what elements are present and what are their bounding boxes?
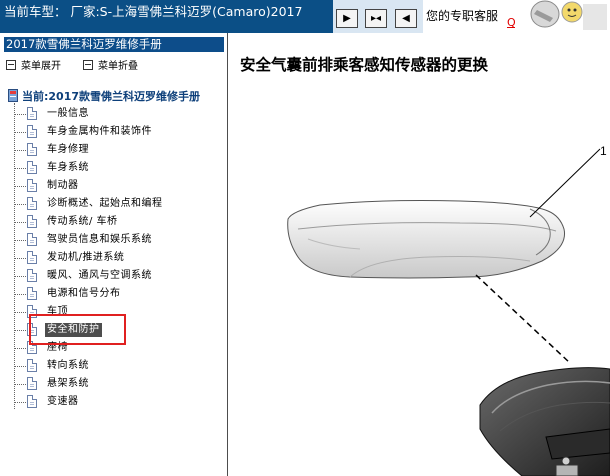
support-label: 您的专职客服 — [426, 9, 499, 23]
tree-item-label: 一般信息 — [47, 108, 89, 119]
tree-item-label: 电源和信号分布 — [47, 288, 121, 299]
menu-collapse-button[interactable]: 菜单折叠 — [83, 57, 138, 72]
tree-branch-line — [14, 402, 26, 403]
tree-branch-line — [14, 258, 26, 259]
tree-item-label: 变速器 — [47, 396, 79, 407]
customer-support-area: 您的专职客服 Q — [423, 0, 516, 33]
document-icon — [27, 161, 37, 174]
tree-branch-line — [14, 240, 26, 241]
expand-arrows-icon[interactable]: ▸◂ — [365, 9, 387, 28]
manual-title-bar: 2017款雪佛兰科迈罗维修手册 — [4, 37, 224, 52]
navigation-button-group: ▶ ▸◂ ◀ — [333, 0, 423, 33]
collapse-box-icon — [83, 60, 93, 70]
wrench-mascot-logo — [515, 0, 610, 33]
tree-branch-line — [14, 186, 26, 187]
tree-branch-line — [14, 222, 26, 223]
menu-expand-button[interactable]: 菜单展开 — [6, 57, 61, 72]
tree-branch-line — [14, 294, 26, 295]
document-icon — [27, 395, 37, 408]
callout-leader-line — [529, 148, 601, 218]
document-icon — [27, 107, 37, 120]
tree-item-label: 发动机/推进系统 — [47, 252, 125, 263]
document-icon — [27, 377, 37, 390]
document-icon — [27, 233, 37, 246]
tree-item-label: 车身修理 — [47, 144, 89, 155]
tree-item-label: 诊断概述、起始点和编程 — [47, 198, 163, 209]
left-navigation-panel: 2017款雪佛兰科迈罗维修手册 菜单展开 菜单折叠 当前:2017款雪佛兰科迈罗… — [0, 33, 228, 476]
document-icon — [27, 359, 37, 372]
tree-branch-line — [14, 168, 26, 169]
play-right-icon[interactable]: ▶ — [336, 9, 358, 28]
tree-item-label: 车身系统 — [47, 162, 89, 173]
selection-highlight-box — [29, 314, 126, 345]
expand-box-icon — [6, 60, 16, 70]
seat-cushion-illustration — [287, 200, 566, 279]
tree-branch-line — [14, 384, 26, 385]
wrench-icon — [515, 0, 610, 33]
tree-item-label: 转向系统 — [47, 360, 89, 371]
tree-item-label: 制动器 — [47, 180, 79, 191]
tree-connector-line — [14, 103, 15, 409]
tree-branch-line — [14, 330, 26, 331]
tree-branch-line — [14, 150, 26, 151]
assembly-dashed-line — [475, 274, 571, 364]
sensor-diagram-figure: 1 — [287, 144, 610, 476]
tree-root-label: 当前:2017款雪佛兰科迈罗维修手册 — [22, 90, 201, 103]
tree-item-label: 暖风、通风与空调系统 — [47, 270, 152, 281]
play-left-icon[interactable]: ◀ — [395, 9, 417, 28]
document-icon — [27, 251, 37, 264]
seat-frame-illustration — [479, 367, 610, 476]
tree-branch-line — [14, 276, 26, 277]
tree-root-node[interactable]: 当前:2017款雪佛兰科迈罗维修手册 — [8, 88, 200, 104]
menu-collapse-label: 菜单折叠 — [98, 61, 138, 72]
tree-item-label: 驾驶员信息和娱乐系统 — [47, 234, 152, 245]
tree-branch-line — [14, 114, 26, 115]
menu-expand-label: 菜单展开 — [21, 61, 61, 72]
tree-branch-line — [14, 366, 26, 367]
document-icon — [27, 269, 37, 282]
tree-branch-line — [14, 132, 26, 133]
document-icon — [27, 143, 37, 156]
document-icon — [27, 179, 37, 192]
current-vehicle-info: 当前车型： 厂家:S-上海雪佛兰科迈罗(Camaro)2017 — [4, 4, 303, 19]
document-icon — [27, 215, 37, 228]
tree-branch-line — [14, 312, 26, 313]
document-icon — [27, 287, 37, 300]
tree-item-label: 悬架系统 — [47, 378, 89, 389]
tree-item-label: 传动系统/ 车桥 — [47, 216, 118, 227]
book-icon — [8, 89, 18, 102]
top-header-bar: 当前车型： 厂家:S-上海雪佛兰科迈罗(Camaro)2017 ▶ ▸◂ ◀ 您… — [0, 0, 610, 33]
tree-branch-line — [14, 204, 26, 205]
tree-branch-line — [14, 348, 26, 349]
document-icon — [27, 125, 37, 138]
document-icon — [27, 197, 37, 210]
content-panel: 1 安全气囊前排乘客感知传感器的更换 — [230, 33, 610, 476]
callout-number: 1 — [600, 144, 607, 158]
page-title: 安全气囊前排乘客感知传感器的更换 — [240, 55, 489, 74]
tree-item-label: 车身金属构件和装饰件 — [47, 126, 152, 137]
